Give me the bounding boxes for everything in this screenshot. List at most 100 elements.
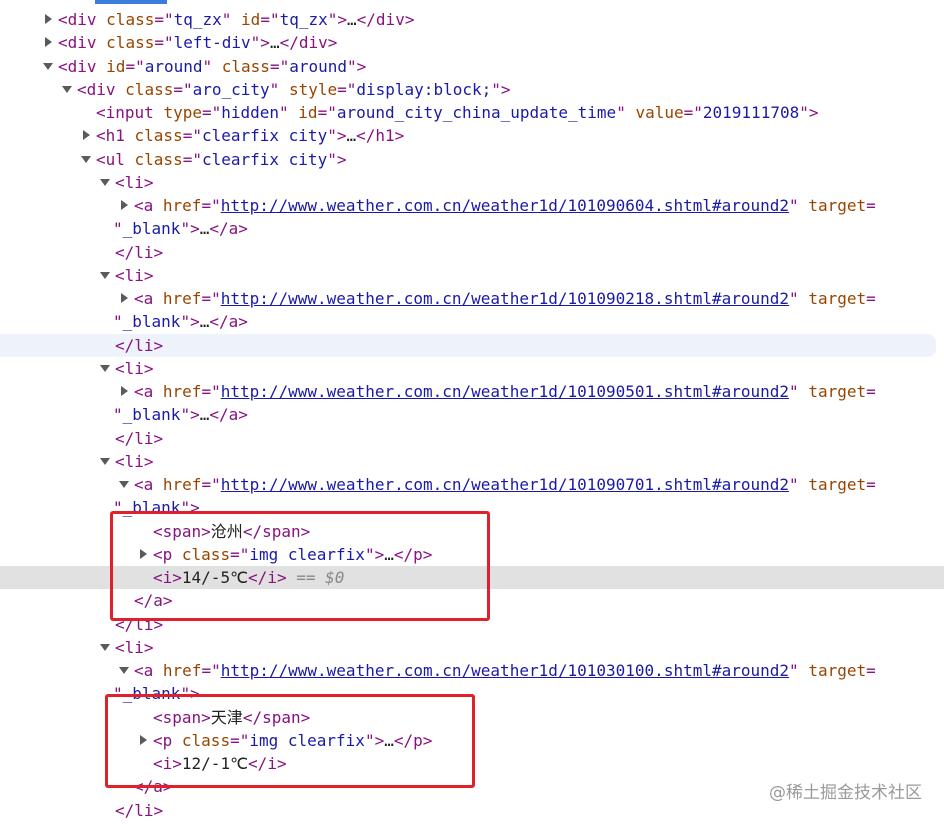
- dom-node-row[interactable]: <li>: [0, 171, 944, 194]
- expanded-triangle-icon[interactable]: [100, 644, 110, 651]
- tag-token: <li>: [115, 359, 154, 378]
- tag-token: ">: [180, 405, 200, 424]
- attribute-name: class: [134, 150, 183, 169]
- href-link[interactable]: http://www.weather.com.cn/weather1d/1010…: [221, 475, 789, 494]
- tag-token: <h1: [96, 126, 135, 145]
- expanded-triangle-icon[interactable]: [100, 179, 110, 186]
- node-markup: <div class="tq_zx" id="tq_zx">…</div>: [58, 8, 414, 31]
- dom-node-row[interactable]: <h1 class="clearfix city">…</h1>: [0, 124, 944, 147]
- tag-token: <a: [134, 661, 163, 680]
- dom-node-row[interactable]: <input type="hidden" id="around_city_chi…: [0, 101, 944, 124]
- tag-token: =: [866, 382, 876, 401]
- attribute-value: clearfix city: [201, 126, 328, 145]
- tag-token: =: [866, 661, 876, 680]
- dom-node-row[interactable]: <div class="aro_city" style="display:blo…: [0, 78, 944, 101]
- dom-node-row[interactable]: <a href="http://www.weather.com.cn/weath…: [0, 473, 944, 496]
- tag-token: ": [269, 80, 289, 99]
- node-markup: <h1 class="clearfix city">…</h1>: [96, 124, 404, 147]
- tag-token: =": [182, 150, 202, 169]
- tag-token: =": [260, 10, 280, 29]
- tag-token: ": [789, 196, 809, 215]
- tag-token: ": [113, 405, 123, 424]
- attribute-name: href: [162, 475, 202, 494]
- attribute-name: href: [162, 661, 202, 680]
- tag-token: <li>: [115, 638, 154, 657]
- node-markup: <div id="around" class="around">: [58, 55, 366, 78]
- dom-node-row[interactable]: <div class="tq_zx" id="tq_zx">…</div>: [0, 8, 944, 31]
- tag-token: ": [789, 475, 809, 494]
- dom-node-row[interactable]: <li>: [0, 450, 944, 473]
- dom-node-row[interactable]: <div id="around" class="around">: [0, 55, 944, 78]
- node-markup: <div class="aro_city" style="display:blo…: [77, 78, 511, 101]
- dom-node-row[interactable]: <a href="http://www.weather.com.cn/weath…: [0, 380, 944, 403]
- dom-node-row[interactable]: </li>: [0, 334, 936, 357]
- collapsed-triangle-icon[interactable]: [121, 200, 128, 210]
- dom-node-row[interactable]: <li>: [0, 264, 944, 287]
- dom-node-row[interactable]: "_blank">…</a>: [0, 217, 944, 240]
- tag-token: <div: [58, 57, 107, 76]
- dom-node-row[interactable]: <li>: [0, 636, 944, 659]
- tag-token: =: [866, 196, 876, 215]
- collapsed-triangle-icon[interactable]: [45, 14, 52, 24]
- tag-token: <div: [58, 33, 107, 52]
- node-markup: <li>: [115, 450, 154, 473]
- attribute-value: clearfix city: [201, 150, 328, 169]
- tag-token: =": [182, 126, 202, 145]
- attribute-name: target: [808, 661, 867, 680]
- collapsed-ellipsis: …: [346, 126, 357, 145]
- node-markup: <li>: [115, 264, 154, 287]
- dom-node-row[interactable]: </li>: [0, 241, 944, 264]
- expanded-triangle-icon[interactable]: [100, 365, 110, 372]
- collapsed-triangle-icon[interactable]: [121, 293, 128, 303]
- tag-token: =": [201, 661, 221, 680]
- node-markup: "_blank">…</a>: [113, 217, 248, 240]
- collapsed-triangle-icon[interactable]: [83, 130, 90, 140]
- tag-token: =": [337, 80, 357, 99]
- tag-token: </li>: [115, 801, 164, 820]
- tag-token: </h1>: [356, 126, 405, 145]
- node-markup: "_blank">…</a>: [113, 310, 248, 333]
- collapsed-triangle-icon[interactable]: [121, 386, 128, 396]
- expanded-triangle-icon[interactable]: [62, 86, 72, 93]
- expanded-triangle-icon[interactable]: [43, 63, 53, 70]
- node-markup: <li>: [115, 357, 154, 380]
- tag-token: </a>: [209, 312, 248, 331]
- attribute-value: _blank: [122, 405, 181, 424]
- expanded-triangle-icon[interactable]: [81, 156, 91, 163]
- attribute-name: type: [163, 103, 202, 122]
- dom-node-row[interactable]: </li>: [0, 427, 944, 450]
- expanded-triangle-icon[interactable]: [100, 272, 110, 279]
- href-link[interactable]: http://www.weather.com.cn/weather1d/1010…: [221, 196, 789, 215]
- dom-node-row[interactable]: "_blank">…</a>: [0, 310, 944, 333]
- dom-node-row[interactable]: <a href="http://www.weather.com.cn/weath…: [0, 659, 944, 682]
- dom-node-row[interactable]: <a href="http://www.weather.com.cn/weath…: [0, 194, 944, 217]
- expanded-triangle-icon[interactable]: [119, 481, 129, 488]
- href-link[interactable]: http://www.weather.com.cn/weather1d/1010…: [221, 382, 789, 401]
- expanded-triangle-icon[interactable]: [119, 667, 129, 674]
- tag-token: <input: [96, 103, 164, 122]
- expanded-triangle-icon[interactable]: [100, 458, 110, 465]
- watermark: @稀土掘金技术社区: [769, 783, 922, 803]
- collapsed-ellipsis: …: [199, 405, 210, 424]
- tag-token: =": [201, 103, 222, 122]
- dom-node-row[interactable]: <div class="left-div">…</div>: [0, 31, 944, 54]
- dom-node-row[interactable]: <a href="http://www.weather.com.cn/weath…: [0, 287, 944, 310]
- tag-token: =": [201, 475, 221, 494]
- tag-token: ">: [799, 103, 819, 122]
- dom-node-row[interactable]: "_blank">…</a>: [0, 403, 944, 426]
- tag-token: <li>: [115, 452, 154, 471]
- tag-token: =": [201, 382, 221, 401]
- tag-token: ">: [180, 312, 200, 331]
- tag-token: <ul: [96, 150, 135, 169]
- dom-node-row[interactable]: <ul class="clearfix city">: [0, 148, 944, 171]
- href-link[interactable]: http://www.weather.com.cn/weather1d/1010…: [221, 661, 789, 680]
- tag-token: ": [789, 289, 809, 308]
- attribute-value: aro_city: [192, 80, 270, 99]
- tag-token: =": [683, 103, 703, 122]
- tag-token: =": [154, 10, 174, 29]
- href-link[interactable]: http://www.weather.com.cn/weather1d/1010…: [221, 289, 789, 308]
- node-markup: </li>: [115, 427, 163, 450]
- collapsed-triangle-icon[interactable]: [45, 37, 52, 47]
- dom-node-row[interactable]: <li>: [0, 357, 944, 380]
- tag-token: </li>: [115, 429, 164, 448]
